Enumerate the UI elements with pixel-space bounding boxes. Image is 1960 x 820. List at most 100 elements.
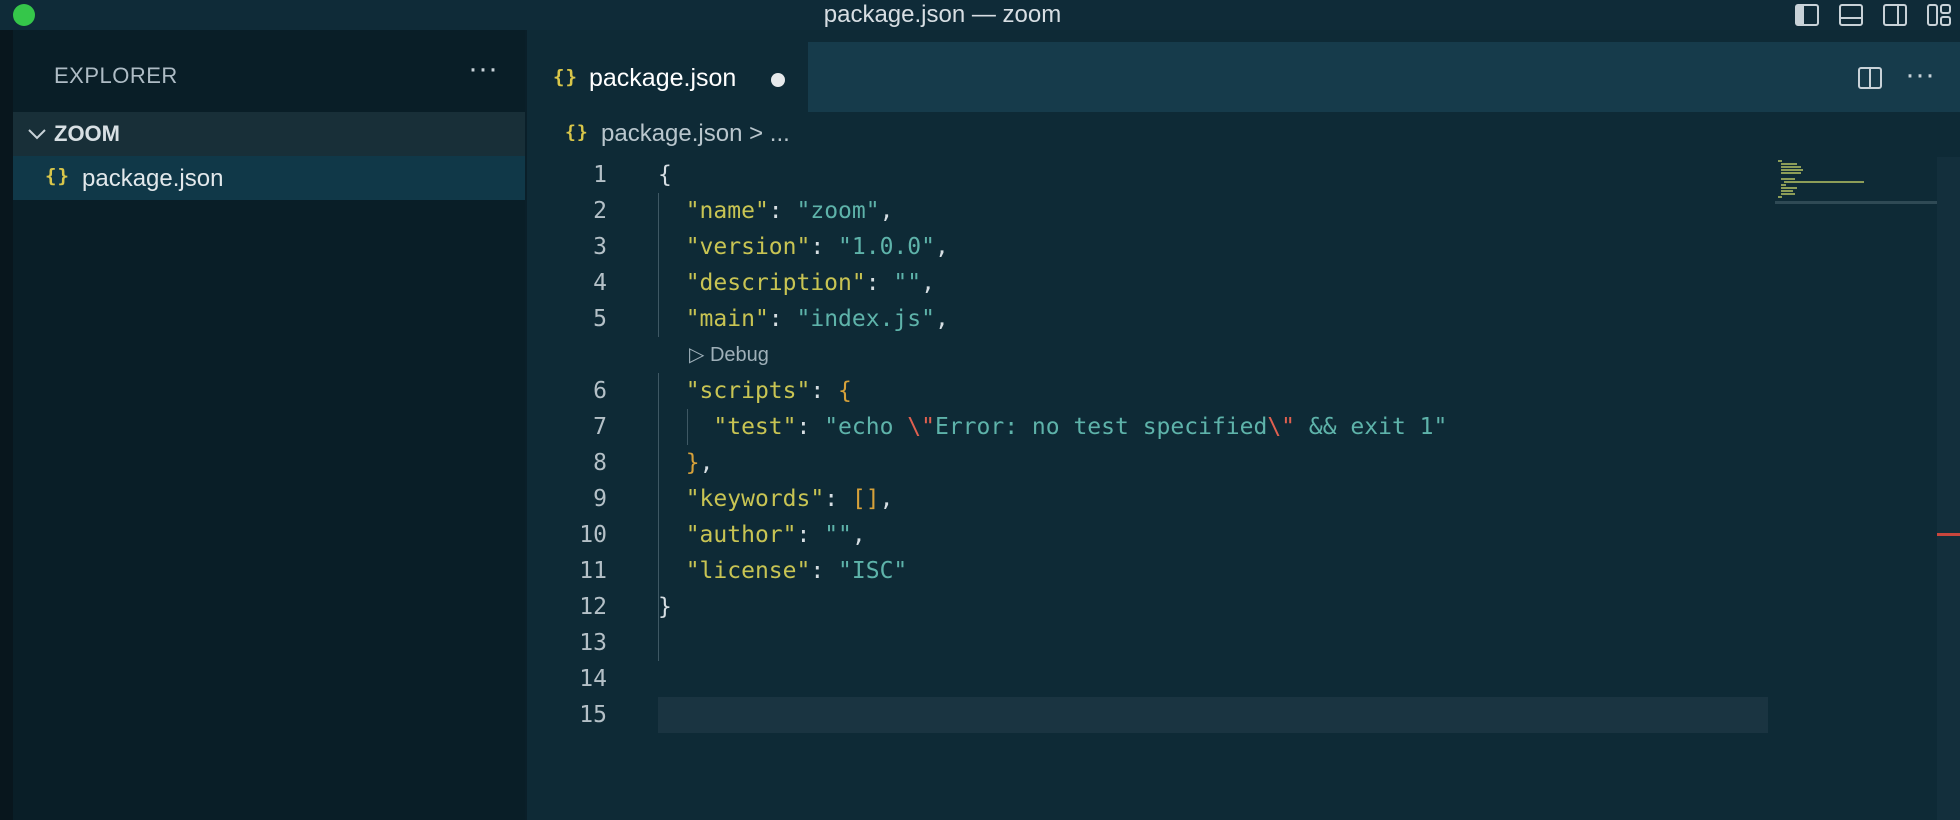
code-token: && exit 1" bbox=[1295, 414, 1448, 440]
code-text[interactable]: }, bbox=[658, 445, 714, 481]
code-line[interactable]: 15 bbox=[527, 697, 1897, 733]
code-text[interactable]: } bbox=[658, 589, 672, 625]
code-line[interactable]: 3 "version": "1.0.0", bbox=[527, 229, 1897, 265]
code-text[interactable]: "license": "ISC" bbox=[658, 553, 908, 589]
code-line[interactable]: 13 bbox=[527, 625, 1897, 661]
line-number: 7 bbox=[593, 414, 607, 440]
code-line[interactable]: 1{ bbox=[527, 157, 1897, 193]
window-title: package.json — zoom bbox=[823, 1, 1062, 28]
line-number: 3 bbox=[593, 234, 607, 260]
code-token: \" bbox=[1267, 414, 1296, 440]
line-number: 8 bbox=[593, 450, 607, 476]
file-item-package-json[interactable]: {} package.json bbox=[13, 156, 525, 200]
line-number: 5 bbox=[593, 306, 607, 332]
chevron-down-icon bbox=[28, 129, 46, 140]
code-editor[interactable]: ▷ Debug 1{2 "name": "zoom", 3 "version": "… bbox=[527, 157, 1960, 817]
code-token: : bbox=[796, 414, 825, 440]
code-token: } bbox=[685, 450, 700, 476]
vertical-scrollbar[interactable] bbox=[1937, 157, 1960, 820]
code-token: : bbox=[824, 486, 852, 512]
activity-bar bbox=[0, 30, 13, 820]
code-token: "main" bbox=[685, 306, 769, 332]
line-number: 10 bbox=[579, 522, 607, 548]
code-line[interactable]: 2 "name": "zoom", bbox=[527, 193, 1897, 229]
code-line[interactable]: 8 }, bbox=[527, 445, 1897, 481]
code-token: "name" bbox=[685, 198, 769, 224]
line-number: 2 bbox=[593, 198, 607, 224]
customize-layout-icon[interactable] bbox=[1926, 2, 1952, 28]
code-line[interactable]: 5 "main": "index.js", bbox=[527, 301, 1897, 337]
code-token: [] bbox=[851, 486, 880, 512]
code-token: "keywords" bbox=[685, 486, 825, 512]
code-token: "version" bbox=[685, 234, 811, 260]
code-token: : bbox=[796, 522, 825, 548]
minimap[interactable] bbox=[1775, 157, 1940, 247]
code-line[interactable]: 6 "scripts": { bbox=[527, 373, 1897, 409]
line-number: 11 bbox=[579, 558, 607, 584]
code-text[interactable]: "main": "index.js", bbox=[658, 301, 949, 337]
codelens-label[interactable]: Debug bbox=[710, 344, 769, 366]
code-line[interactable]: 12} bbox=[527, 589, 1897, 625]
title-bar: package.json — zoom bbox=[0, 0, 1960, 30]
breadcrumb-rest[interactable]: > ... bbox=[742, 120, 790, 147]
code-token: { bbox=[658, 162, 672, 188]
explorer-more-actions-button[interactable]: ··· bbox=[463, 52, 503, 86]
line-number: 1 bbox=[593, 162, 607, 188]
code-text[interactable]: "keywords": [], bbox=[658, 481, 894, 517]
json-file-icon: {} bbox=[45, 165, 70, 187]
code-token: "1.0.0" bbox=[838, 234, 935, 260]
code-token: "" bbox=[824, 522, 852, 548]
toggle-primary-sidebar-icon[interactable] bbox=[1794, 2, 1820, 28]
codelens-debug[interactable]: ▷ Debug bbox=[689, 340, 769, 370]
code-token: , bbox=[934, 234, 949, 260]
code-text[interactable]: "scripts": { bbox=[658, 373, 852, 409]
code-token: "ISC" bbox=[838, 558, 908, 584]
breadcrumb-path[interactable]: package.json > ... bbox=[601, 120, 790, 148]
breadcrumb-file[interactable]: package.json bbox=[601, 120, 742, 147]
code-token: } bbox=[658, 594, 672, 620]
line-number: 14 bbox=[579, 666, 607, 692]
toggle-panel-icon[interactable] bbox=[1838, 2, 1864, 28]
code-text[interactable]: "author": "", bbox=[658, 517, 866, 553]
breadcrumb: {} package.json > ... bbox=[527, 112, 1960, 152]
code-line[interactable]: 9 "keywords": [], bbox=[527, 481, 1897, 517]
code-token: "" bbox=[893, 270, 922, 296]
tab-package-json[interactable]: {} package.json bbox=[527, 42, 808, 112]
code-token: "index.js" bbox=[796, 306, 935, 332]
line-number: 12 bbox=[579, 594, 607, 620]
code-text[interactable]: "name": "zoom", bbox=[658, 193, 894, 229]
code-text[interactable]: { bbox=[658, 157, 672, 193]
line-number: 9 bbox=[593, 486, 607, 512]
code-text[interactable]: "test": "echo \"Error: no test specified… bbox=[658, 409, 1447, 445]
code-token: "description" bbox=[685, 270, 866, 296]
toggle-secondary-sidebar-icon[interactable] bbox=[1882, 2, 1908, 28]
code-token: "echo bbox=[824, 414, 908, 440]
split-editor-icon[interactable] bbox=[1856, 64, 1884, 92]
code-text[interactable]: "version": "1.0.0", bbox=[658, 229, 949, 265]
code-token: { bbox=[838, 378, 852, 404]
code-line[interactable]: 7 "test": "echo \"Error: no test specifi… bbox=[527, 409, 1897, 445]
code-line[interactable]: 10 "author": "", bbox=[527, 517, 1897, 553]
code-token: , bbox=[879, 486, 894, 512]
code-token: : bbox=[810, 558, 839, 584]
code-token: , bbox=[879, 198, 894, 224]
code-text[interactable]: "description": "", bbox=[658, 265, 935, 301]
code-line[interactable]: 4 "description": "", bbox=[527, 265, 1897, 301]
code-token: , bbox=[851, 522, 866, 548]
explorer-header: EXPLORER ··· bbox=[13, 30, 525, 112]
code-line[interactable]: 11 "license": "ISC" bbox=[527, 553, 1897, 589]
explorer-title: EXPLORER bbox=[54, 63, 178, 88]
workspace-folder-header[interactable]: ZOOM bbox=[13, 112, 525, 156]
json-file-icon: {} bbox=[565, 122, 589, 143]
unsaved-changes-dot[interactable] bbox=[771, 73, 785, 87]
editor-more-actions-button[interactable]: ··· bbox=[1900, 58, 1940, 92]
code-line[interactable]: 14 bbox=[527, 661, 1897, 697]
